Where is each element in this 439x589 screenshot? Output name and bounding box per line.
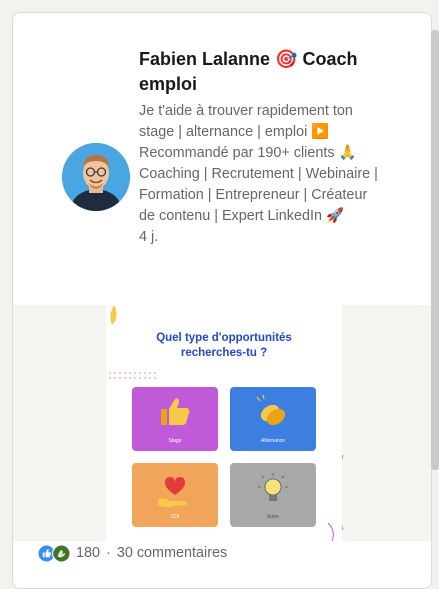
celebrate-icon: [52, 543, 71, 563]
tile-stage: Stage: [132, 387, 218, 451]
tile-label: CDI: [170, 514, 180, 520]
opportunity-graphic: Quel type d'opportunités recherches-tu ?…: [106, 305, 342, 541]
comments-count[interactable]: 30 commentaires: [117, 545, 227, 561]
tile-label: Stage: [168, 438, 182, 444]
avatar-photo: [62, 143, 130, 211]
author-avatar[interactable]: [62, 143, 130, 211]
target-emoji-icon: 🎯: [275, 49, 298, 69]
reaction-count[interactable]: 180: [76, 545, 100, 561]
author-headline: Je t'aide à trouver rapidement ton stage…: [139, 103, 378, 224]
post-card: Fabien Lalanne 🎯 Coach emploi Je t'aide …: [12, 12, 432, 589]
tile-cdi: CDI: [132, 463, 218, 527]
reaction-icons[interactable]: [37, 543, 71, 563]
graphic-title: Quel type d'opportunités recherches-tu ?: [156, 332, 292, 359]
tile-alternance: Alternance: [230, 387, 316, 451]
author-name-link[interactable]: Fabien Lalanne 🎯 Coach emploi: [139, 47, 379, 97]
social-counts: 180 · 30 commentaires: [37, 541, 227, 565]
tile-label: Alternance: [261, 438, 285, 444]
tile-autre: Autre: [230, 463, 316, 527]
scrollbar[interactable]: [431, 30, 439, 470]
post-age: 4 j.: [139, 229, 159, 245]
tile-label: Autre: [267, 514, 279, 520]
separator: ·: [106, 545, 111, 561]
author-block: Fabien Lalanne 🎯 Coach emploi Je t'aide …: [139, 47, 379, 248]
author-name: Fabien Lalanne: [139, 49, 271, 69]
post-image[interactable]: Quel type d'opportunités recherches-tu ?…: [13, 305, 431, 541]
